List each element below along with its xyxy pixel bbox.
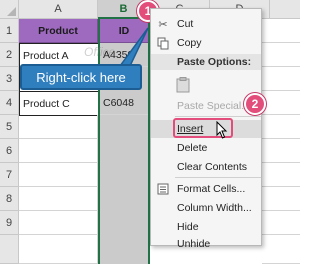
row-header-4[interactable]: 4	[0, 91, 19, 115]
cell-d9[interactable]	[262, 211, 300, 235]
row-header-6[interactable]: 6	[0, 139, 19, 163]
clipboard-icon	[173, 76, 193, 94]
cell-a7[interactable]	[19, 163, 98, 187]
cell-d8[interactable]	[262, 187, 300, 211]
menu-item-unhide[interactable]: Unhide	[151, 235, 261, 253]
menu-separator	[175, 177, 261, 178]
menu-item-column-width[interactable]: Column Width...	[151, 199, 261, 217]
cell-d6[interactable]	[262, 139, 300, 163]
menu-item-delete[interactable]: Delete	[151, 139, 261, 157]
row-header-3[interactable]: 3	[0, 67, 19, 91]
menu-label-hide: Hide	[177, 221, 199, 233]
copy-icon	[151, 34, 175, 52]
cell-d1[interactable]	[262, 19, 300, 43]
column-header-a[interactable]: A	[19, 0, 98, 19]
row-header-10[interactable]	[0, 235, 19, 264]
row-header-9[interactable]: 9	[0, 211, 19, 235]
menu-item-format-cells[interactable]: Format Cells...	[151, 180, 261, 198]
cell-a9[interactable]	[19, 211, 98, 235]
menu-label-paste-special: Paste Special...	[177, 100, 250, 112]
paste-special-icon	[151, 97, 175, 115]
cell-d2[interactable]	[262, 43, 300, 67]
row-header-1[interactable]: 1	[0, 19, 19, 43]
menu-item-clear-contents[interactable]: Clear Contents	[151, 158, 261, 176]
scissors-icon: ✂	[158, 18, 168, 31]
select-all-triangle-icon	[7, 7, 16, 16]
cell-a5[interactable]	[19, 115, 98, 139]
menu-item-copy[interactable]: Copy	[151, 34, 261, 52]
watermark-text: Office	[84, 45, 116, 59]
cell-d10[interactable]	[262, 235, 300, 264]
menu-item-hide[interactable]: Hide	[151, 218, 261, 236]
cell-a6[interactable]	[19, 139, 98, 163]
menu-item-paste[interactable]	[151, 72, 261, 98]
menu-separator	[175, 116, 261, 117]
callout-pointer	[120, 27, 149, 66]
format-cells-icon	[151, 180, 175, 198]
select-all-corner[interactable]	[0, 0, 19, 19]
step-2-badge: 2	[244, 93, 266, 115]
row-header-7[interactable]: 7	[0, 163, 19, 187]
menu-label-unhide: Unhide	[177, 238, 211, 250]
cell-a1[interactable]: Product	[19, 19, 98, 43]
mouse-pointer-icon	[216, 121, 228, 139]
cell-d7[interactable]	[262, 163, 300, 187]
menu-label-clear-contents: Clear Contents	[177, 161, 248, 173]
menu-label-column-width: Column Width...	[177, 202, 252, 214]
menu-label-cut: Cut	[177, 18, 194, 30]
cell-d4[interactable]	[262, 91, 300, 115]
cell-a8[interactable]	[19, 187, 98, 211]
column-header-e[interactable]	[270, 0, 300, 19]
cell-d3[interactable]	[262, 67, 300, 91]
row-header-2[interactable]: 2	[0, 43, 19, 67]
menu-label-delete: Delete	[177, 142, 208, 154]
cell-b4[interactable]: C6048	[100, 91, 148, 115]
menu-item-cut[interactable]: ✂ Cut	[151, 15, 261, 33]
row-header-5[interactable]: 5	[0, 115, 19, 139]
context-menu: ✂ Cut Copy Paste Options: Paste Special.…	[150, 8, 262, 250]
menu-label-copy: Copy	[177, 37, 202, 49]
cell-a4[interactable]: Product C	[19, 91, 99, 116]
callout-right-click: Right-click here	[20, 64, 142, 90]
row-header-8[interactable]: 8	[0, 187, 19, 211]
cell-a10[interactable]	[19, 235, 98, 264]
menu-label-format-cells: Format Cells...	[177, 183, 246, 195]
cell-d5[interactable]	[262, 115, 300, 139]
menu-section-paste-options: Paste Options:	[151, 54, 261, 70]
